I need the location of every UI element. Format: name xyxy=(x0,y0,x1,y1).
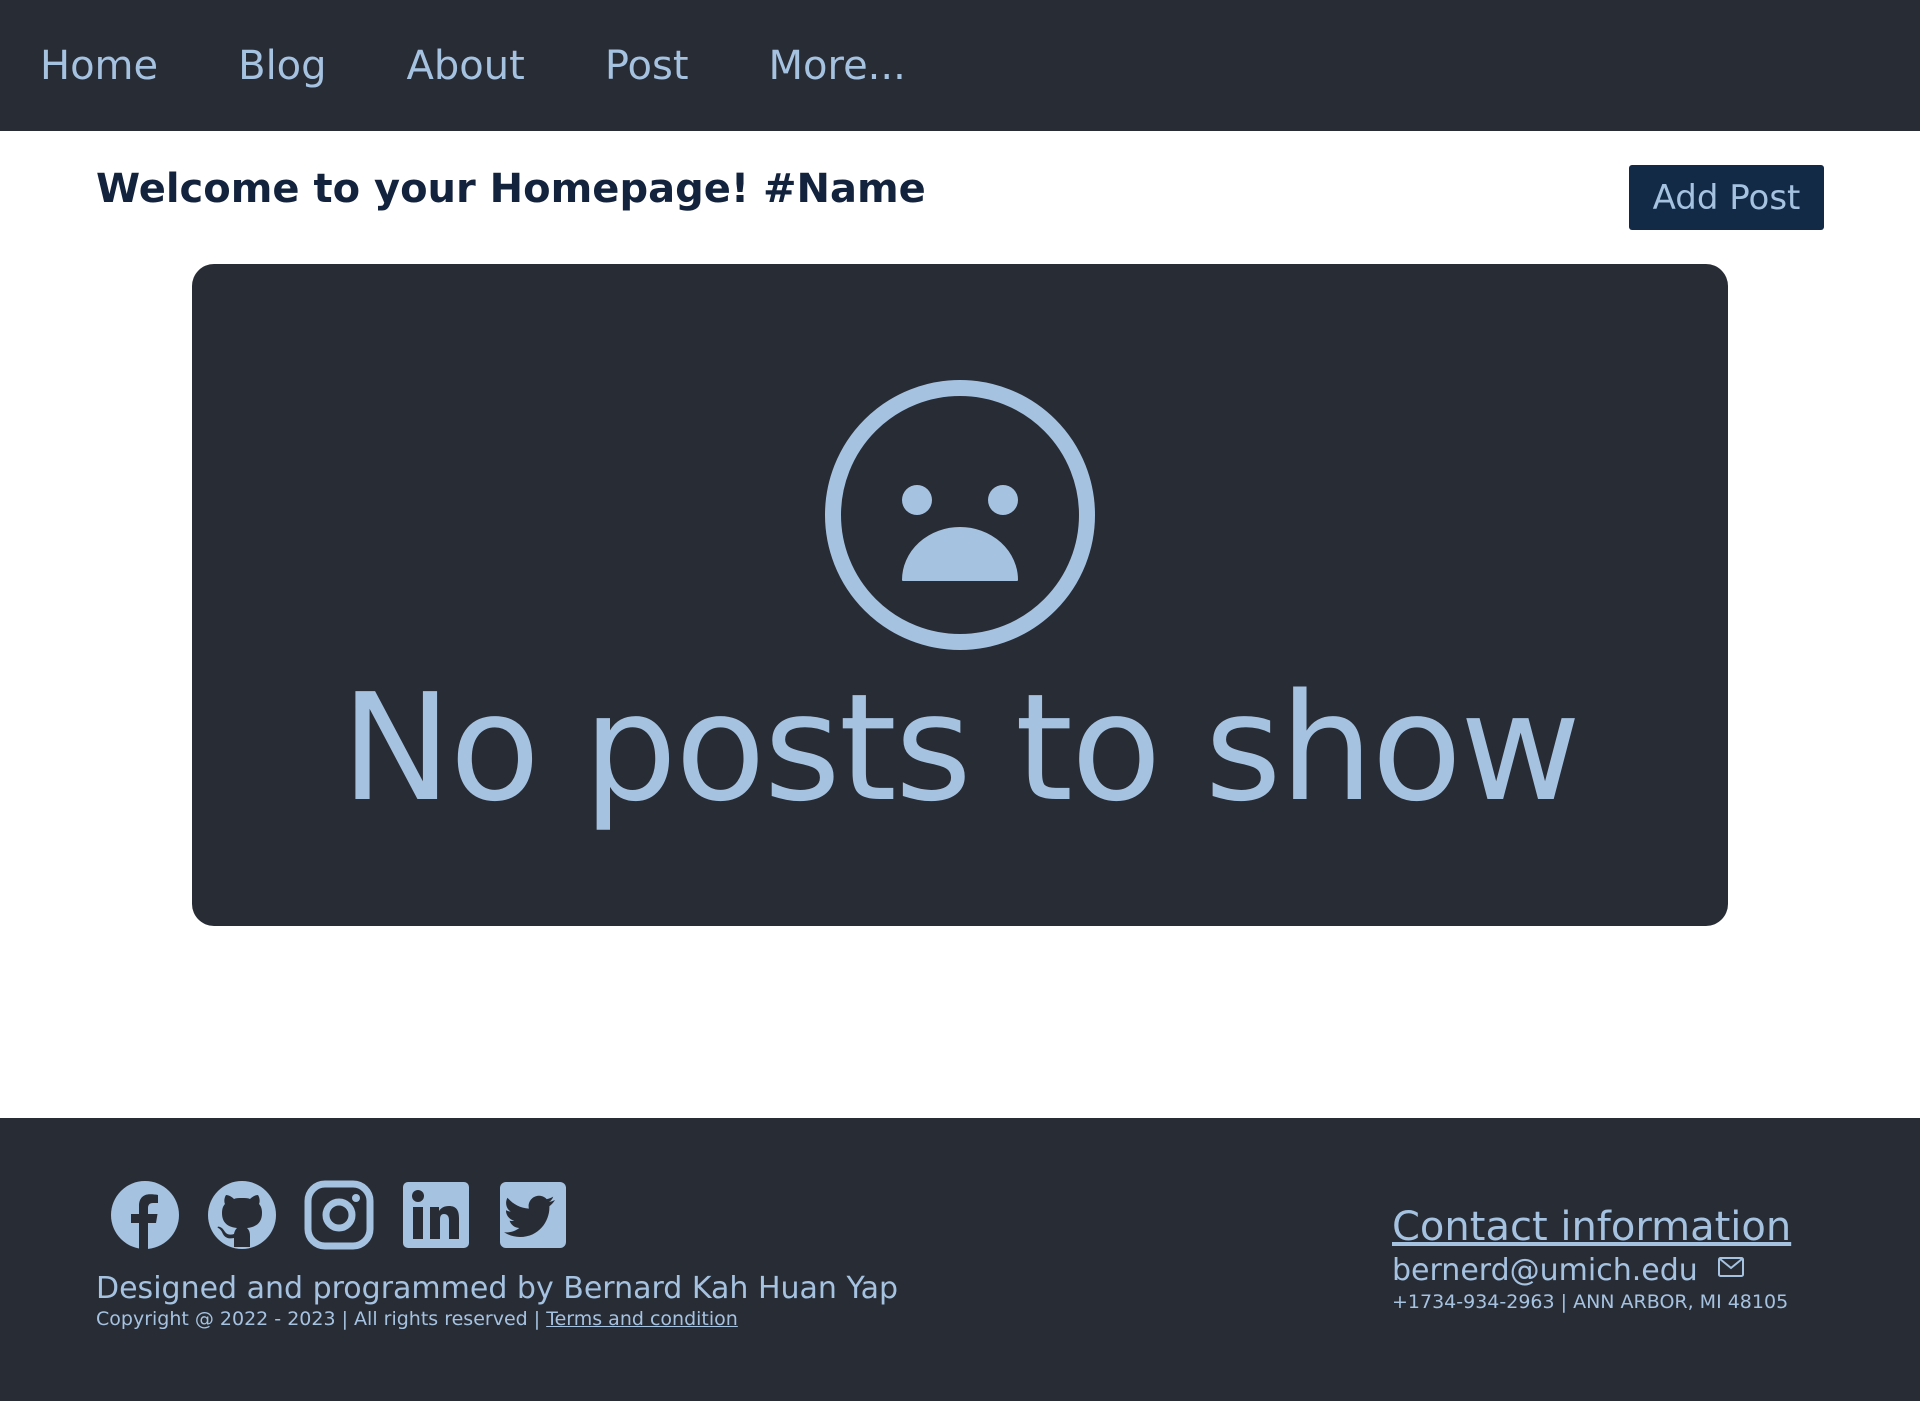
contact-address: +1734-934-2963 | ANN ARBOR, MI 48105 xyxy=(1392,1291,1789,1313)
nav-item-post[interactable]: Post xyxy=(605,46,689,86)
mail-icon[interactable] xyxy=(1717,1256,1744,1277)
instagram-icon[interactable] xyxy=(304,1180,374,1250)
empty-state-message: No posts to show xyxy=(340,662,1581,834)
github-icon[interactable] xyxy=(207,1180,277,1250)
terms-link[interactable]: Terms and condition xyxy=(546,1308,738,1330)
linkedin-icon[interactable] xyxy=(401,1180,471,1250)
sad-face-icon xyxy=(825,380,1095,650)
page-title: Welcome to your Homepage! #Name xyxy=(96,166,926,212)
copyright-text: Copyright @ 2022 - 2023 | All rights res… xyxy=(96,1309,738,1330)
nav-item-blog[interactable]: Blog xyxy=(238,46,326,86)
contact-information-link[interactable]: Contact information xyxy=(1392,1205,1791,1249)
designer-credit: Designed and programmed by Bernard Kah H… xyxy=(96,1271,899,1306)
twitter-icon[interactable] xyxy=(498,1180,568,1250)
nav-item-about[interactable]: About xyxy=(407,46,525,86)
nav-item-more[interactable]: More... xyxy=(769,46,906,86)
facebook-icon[interactable] xyxy=(110,1180,180,1250)
add-post-button[interactable]: Add Post xyxy=(1629,165,1824,230)
contact-email-row: bernerd@umich.edu xyxy=(1392,1254,1744,1287)
contact-email: bernerd@umich.edu xyxy=(1392,1253,1698,1288)
social-links xyxy=(110,1180,595,1250)
top-navbar: Home Blog About Post More... xyxy=(0,0,1920,131)
copyright-label: Copyright @ 2022 - 2023 | All rights res… xyxy=(96,1308,547,1330)
nav-item-home[interactable]: Home xyxy=(40,46,158,86)
